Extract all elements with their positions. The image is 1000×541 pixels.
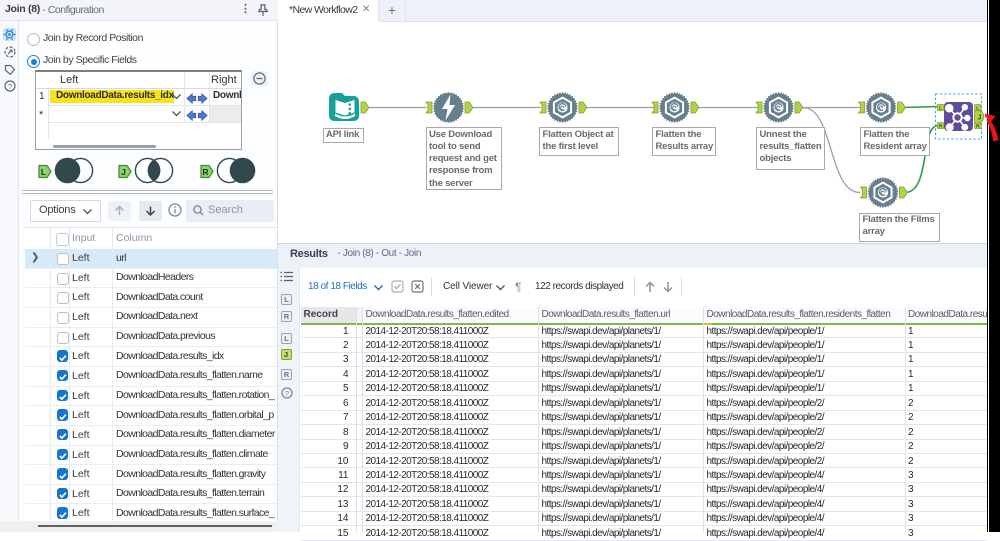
svg-text:?: ?	[8, 81, 12, 90]
svg-text:R: R	[202, 167, 208, 177]
svg-text:?: ?	[285, 389, 289, 398]
svg-text:R: R	[976, 124, 980, 130]
svg-text:R: R	[939, 124, 943, 130]
svg-text:J: J	[121, 167, 126, 177]
svg-text:J: J	[978, 114, 982, 121]
svg-text:L: L	[41, 167, 46, 177]
svg-text:L: L	[939, 106, 942, 112]
